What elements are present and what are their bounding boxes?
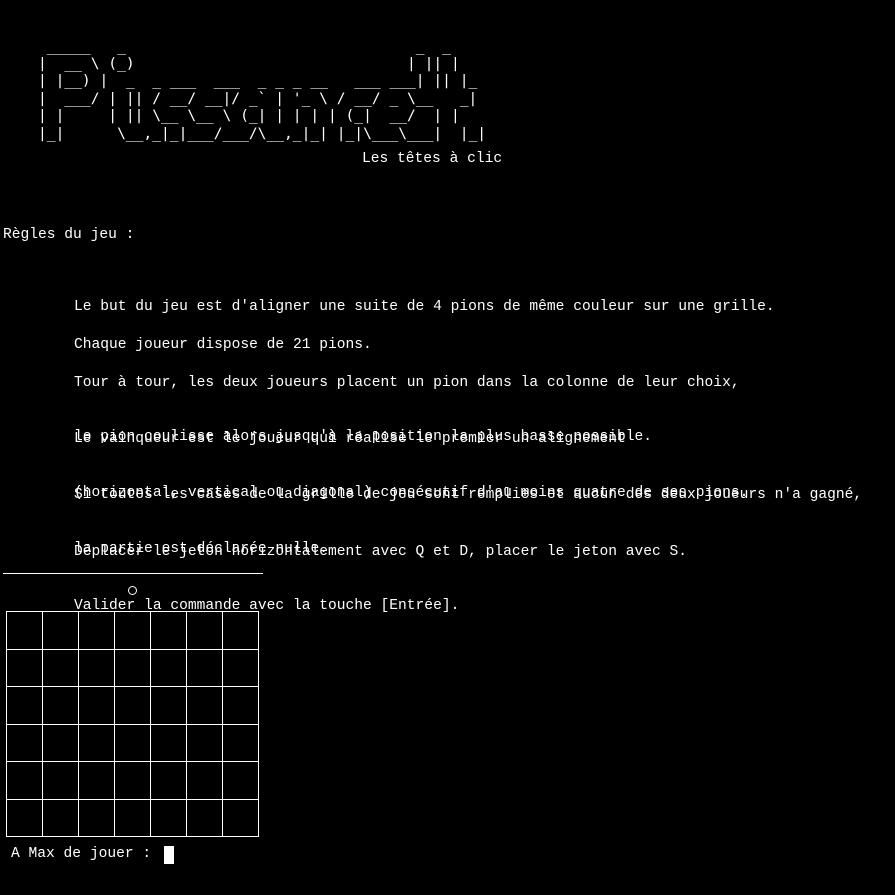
game-title-ascii-art: _____ _ _ _ | __ \ (_) | || | | |__) | _…	[38, 37, 487, 142]
board-cell[interactable]	[223, 724, 259, 762]
board-cell[interactable]	[187, 724, 223, 762]
text-cursor[interactable]	[164, 846, 174, 864]
rules-line: Déplacer le jeton horizontalement avec Q…	[74, 544, 688, 560]
board-cell[interactable]	[187, 649, 223, 687]
board-cell[interactable]	[7, 799, 43, 837]
board-cell[interactable]	[223, 649, 259, 687]
rules-line: Si toutes les cases de la grille de jeu …	[74, 487, 863, 503]
board-cell[interactable]	[43, 724, 79, 762]
board-cell[interactable]	[223, 762, 259, 800]
board-cell[interactable]	[151, 762, 187, 800]
board-cell[interactable]	[151, 612, 187, 650]
turn-prompt: A Max de jouer :	[11, 846, 152, 862]
rules-line: Le vainqueur est le joueur qui réalise l…	[74, 431, 626, 447]
board-cell[interactable]	[79, 724, 115, 762]
board-cell[interactable]	[79, 649, 115, 687]
board-cell[interactable]	[115, 724, 151, 762]
board-cell[interactable]	[115, 687, 151, 725]
divider	[3, 573, 263, 574]
board-cell[interactable]	[7, 687, 43, 725]
board-cell[interactable]	[151, 687, 187, 725]
board-cell[interactable]	[187, 687, 223, 725]
board-cell[interactable]	[7, 762, 43, 800]
board-cell[interactable]	[223, 612, 259, 650]
board-cell[interactable]	[43, 687, 79, 725]
board-cell[interactable]	[7, 724, 43, 762]
board-cell[interactable]	[151, 799, 187, 837]
board-cell[interactable]	[223, 799, 259, 837]
board-cell[interactable]	[79, 762, 115, 800]
board-cell[interactable]	[151, 724, 187, 762]
subtitle: Les têtes à clic	[362, 151, 503, 167]
board-cell[interactable]	[115, 612, 151, 650]
board-cell[interactable]	[43, 649, 79, 687]
board-cell[interactable]	[7, 612, 43, 650]
board-cell[interactable]	[187, 762, 223, 800]
rules-heading: Règles du jeu :	[3, 227, 135, 243]
board-cell[interactable]	[115, 649, 151, 687]
token-indicator	[128, 586, 137, 595]
board-cell[interactable]	[187, 612, 223, 650]
board-cell[interactable]	[151, 649, 187, 687]
board-cell[interactable]	[223, 687, 259, 725]
board-cell[interactable]	[43, 799, 79, 837]
board-cell[interactable]	[79, 799, 115, 837]
board-cell[interactable]	[79, 612, 115, 650]
board-cell[interactable]	[43, 612, 79, 650]
board-cell[interactable]	[79, 687, 115, 725]
board-cell[interactable]	[115, 762, 151, 800]
rules-line: Tour à tour, les deux joueurs placent un…	[74, 375, 740, 391]
board-cell[interactable]	[187, 799, 223, 837]
board-cell[interactable]	[43, 762, 79, 800]
game-board[interactable]	[6, 611, 259, 837]
board-cell[interactable]	[7, 649, 43, 687]
board-cell[interactable]	[115, 799, 151, 837]
